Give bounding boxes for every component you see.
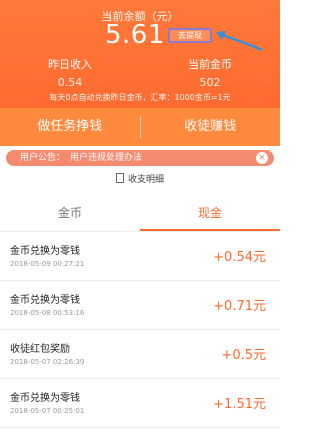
action-bar: 做任务挣钱 收徒赚钱 bbox=[0, 108, 280, 146]
tab-cash[interactable]: 现金 bbox=[140, 194, 280, 232]
announcement-label: 用户公告： bbox=[20, 153, 66, 163]
list-item: 金币兑换为零钱 2018-05-07 00:25:01 +1.51元 bbox=[0, 379, 280, 428]
item-time: 2018-05-08 00:53:16 bbox=[10, 309, 85, 317]
do-tasks-button[interactable]: 做任务挣钱 bbox=[0, 108, 140, 146]
details-link[interactable]: 收支明细 bbox=[0, 172, 280, 185]
exchange-notice: 每天0点自动兑换昨日金币，汇率：1000金币=1元 bbox=[49, 93, 231, 102]
withdraw-button[interactable]: 去提现 bbox=[168, 28, 212, 43]
recruit-button[interactable]: 收徒赚钱 bbox=[141, 108, 281, 146]
stat-value: 502 bbox=[199, 76, 221, 89]
stat-current-coins: 当前金币 502 bbox=[140, 56, 280, 89]
stat-label: 昨日收入 bbox=[48, 58, 92, 71]
item-time: 2018-05-07 00:25:01 bbox=[10, 407, 85, 415]
balance-value: 5.61 bbox=[105, 20, 165, 50]
item-time: 2018-05-09 00:27:21 bbox=[10, 260, 85, 268]
details-link-label: 收支明细 bbox=[127, 175, 164, 185]
doc-icon bbox=[115, 173, 124, 183]
stat-label: 当前金币 bbox=[188, 58, 232, 71]
item-amount: +0.71元 bbox=[213, 299, 266, 314]
stat-yesterday-income: 昨日收入 0.54 bbox=[0, 56, 140, 89]
list-item: 金币兑换为零钱 2018-05-09 00:27:21 +0.54元 bbox=[0, 232, 280, 281]
item-time: 2018-05-07 02:26:39 bbox=[10, 358, 85, 366]
arrow-icon bbox=[216, 31, 263, 52]
item-title: 金币兑换为零钱 bbox=[10, 246, 80, 257]
item-amount: +0.54元 bbox=[213, 250, 266, 265]
item-amount: +0.5元 bbox=[221, 348, 266, 363]
balance-header: 当前余额（元） 5.61 去提现 昨日收入 0.54 当前金币 502 每天0点… bbox=[0, 0, 280, 108]
item-title: 收徒红包奖励 bbox=[10, 344, 70, 355]
announcement-text[interactable]: 用户违规处理办法 bbox=[70, 153, 142, 163]
list-item: 金币兑换为零钱 2018-05-08 00:53:16 +0.71元 bbox=[0, 281, 280, 330]
item-amount: +1.51元 bbox=[213, 397, 266, 412]
list-item: 收徒红包奖励 2018-05-07 02:26:39 +0.5元 bbox=[0, 330, 280, 379]
item-title: 金币兑换为零钱 bbox=[10, 295, 80, 306]
item-title: 金币兑换为零钱 bbox=[10, 393, 80, 404]
tab-indicator bbox=[140, 229, 280, 231]
transaction-list: 金币兑换为零钱 2018-05-09 00:27:21 +0.54元 金币兑换为… bbox=[0, 232, 280, 428]
stat-value: 0.54 bbox=[57, 76, 83, 89]
tab-bar: 金币 现金 bbox=[0, 194, 280, 232]
announcement-bar[interactable]: 用户公告： 用户违规处理办法 × bbox=[6, 150, 274, 166]
tab-coin[interactable]: 金币 bbox=[0, 194, 140, 232]
close-icon[interactable]: × bbox=[256, 152, 268, 164]
